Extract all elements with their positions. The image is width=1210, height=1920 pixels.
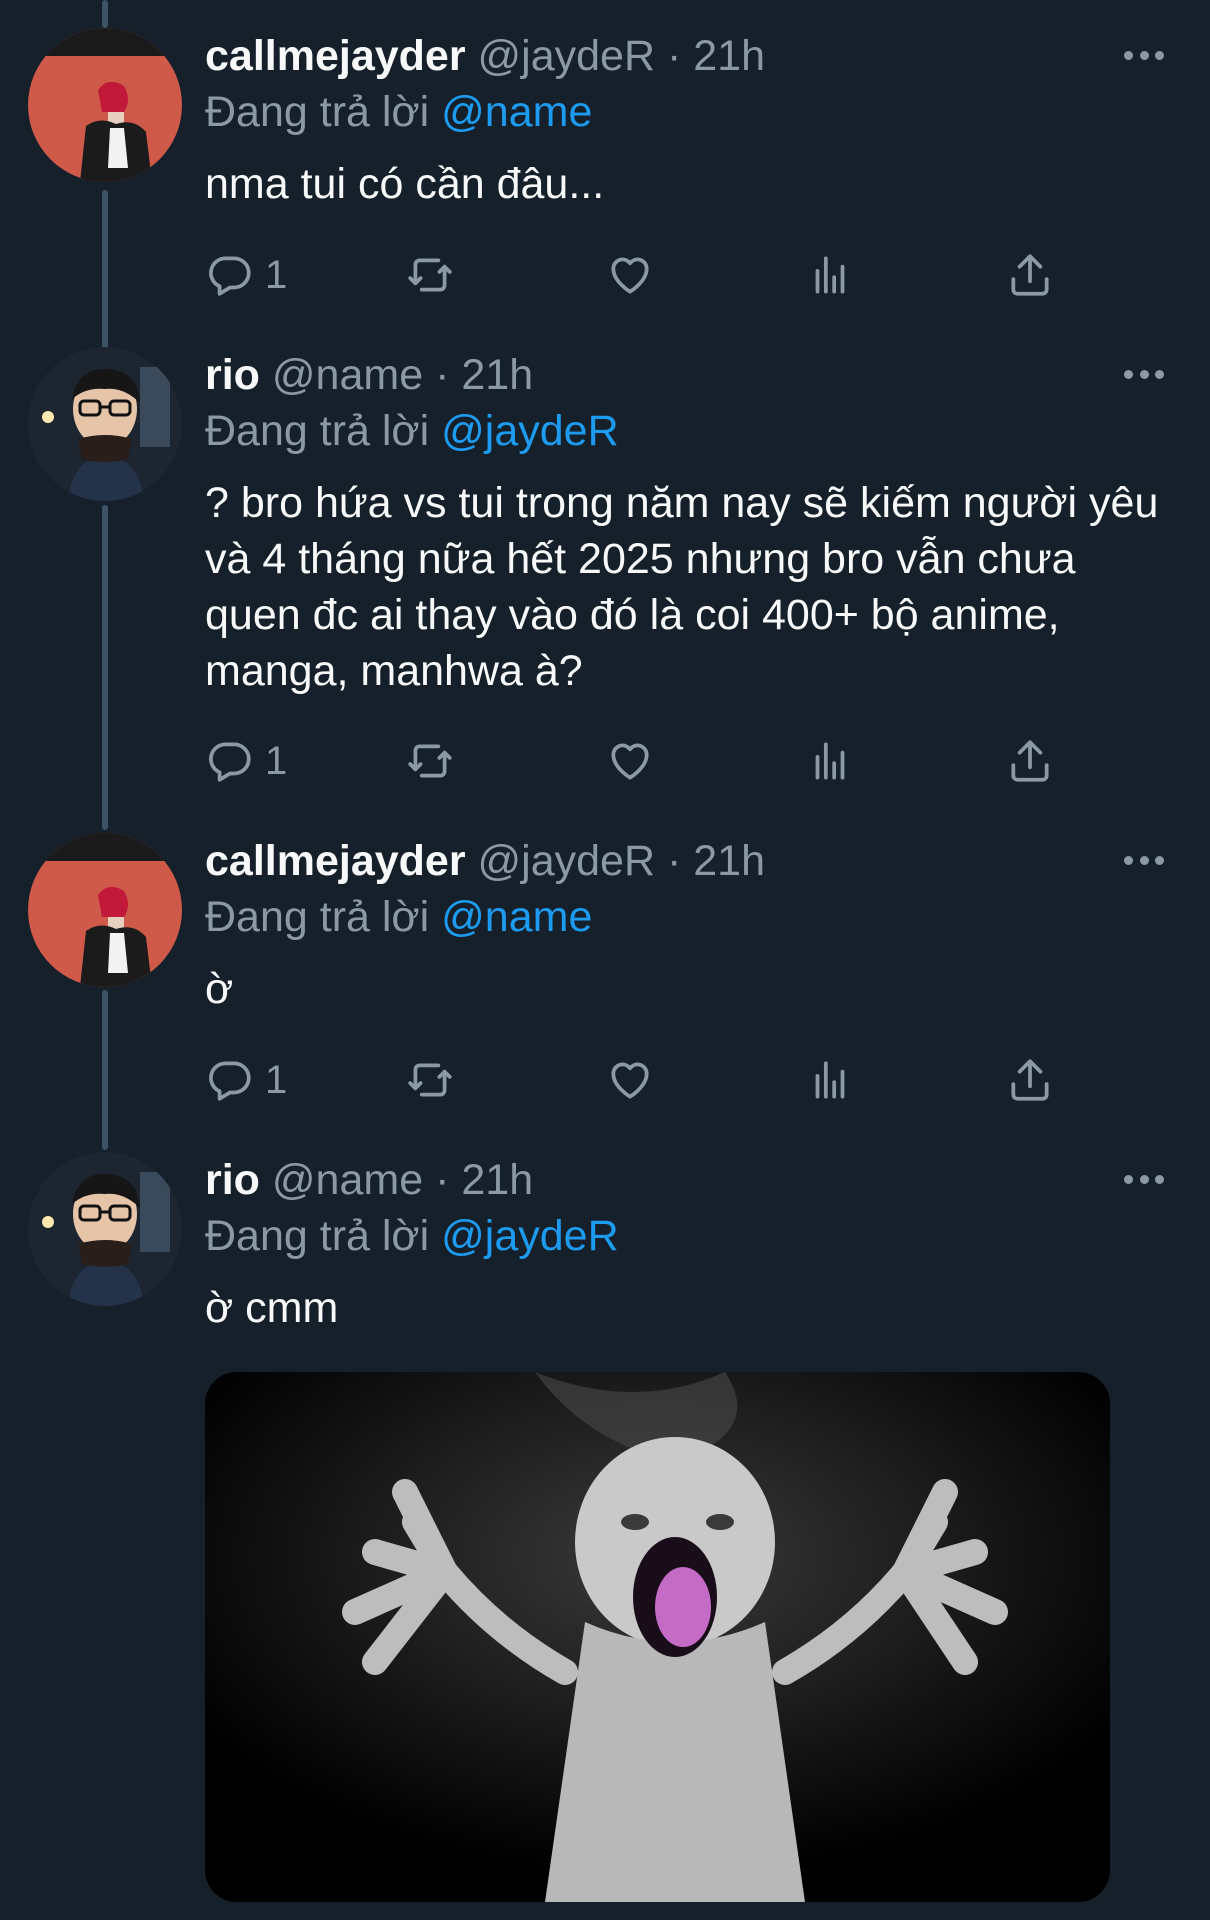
views-button[interactable]: [805, 1050, 855, 1110]
timestamp[interactable]: 21h: [693, 837, 765, 885]
avatar-callmejayder: [28, 28, 182, 182]
tweet-text: ờ: [205, 965, 234, 1013]
replying-to: Đang trả lời @name: [205, 889, 1170, 945]
replying-to: Đang trả lời @jaydeR: [205, 1208, 1170, 1264]
tweet-text: ? bro hứa vs tui trong năm nay sẽ kiếm n…: [205, 479, 1171, 695]
tweet-header: callmejayder @jaydeR · 21h: [205, 833, 1170, 889]
replying-to-label: Đang trả lời: [205, 1212, 430, 1260]
views-button[interactable]: [805, 245, 855, 305]
views-icon: [815, 256, 845, 294]
share-button[interactable]: [1005, 731, 1055, 791]
display-name[interactable]: rio: [205, 351, 260, 399]
tweet-header: rio @name · 21h: [205, 347, 1170, 403]
mention-link[interactable]: @jaydeR: [441, 1212, 619, 1260]
replying-to-label: Đang trả lời: [205, 88, 430, 136]
avatar-rio: [28, 347, 182, 501]
share-icon: [1011, 1059, 1049, 1101]
reply-button[interactable]: 1: [205, 1050, 287, 1110]
avatar[interactable]: [28, 833, 182, 987]
avatar[interactable]: [28, 1152, 182, 1306]
display-name[interactable]: callmejayder: [205, 32, 466, 80]
retweet-icon: [408, 258, 452, 292]
views-icon: [815, 742, 845, 780]
mention-link[interactable]: @name: [441, 893, 592, 941]
heart-icon: [611, 743, 649, 780]
separator: ·: [666, 32, 682, 80]
share-button[interactable]: [1005, 1050, 1055, 1110]
tweet-body: callmejayder @jaydeR · 21h Đang trả lời …: [205, 28, 1170, 212]
timestamp[interactable]: 21h: [461, 351, 533, 399]
separator: ·: [666, 837, 682, 885]
avatar[interactable]: [28, 347, 182, 501]
tweet-actions: 1: [205, 245, 1085, 305]
reply-button[interactable]: 1: [205, 731, 287, 791]
more-icon[interactable]: [1124, 367, 1164, 381]
conversation-thread: callmejayder @jaydeR · 21h Đang trả lời …: [0, 0, 1210, 1920]
share-button[interactable]: [1005, 245, 1055, 305]
more-icon[interactable]: [1124, 1172, 1164, 1186]
tweet-header: callmejayder @jaydeR · 21h: [205, 28, 1170, 84]
user-handle[interactable]: @jaydeR: [478, 837, 656, 885]
user-handle[interactable]: @jaydeR: [478, 32, 656, 80]
tweet-actions: 1: [205, 1050, 1085, 1110]
reply-count: 1: [265, 1057, 288, 1102]
thread-line: [102, 190, 108, 350]
retweet-button[interactable]: [405, 1050, 455, 1110]
thread-line: [102, 990, 108, 1150]
replying-to: Đang trả lời @name: [205, 84, 1170, 140]
avatar-rio: [28, 1152, 182, 1306]
display-name[interactable]: rio: [205, 1156, 260, 1204]
reply-icon: [209, 742, 251, 782]
retweet-icon: [408, 744, 452, 778]
user-handle[interactable]: @name: [272, 351, 423, 399]
heart-icon: [611, 1062, 649, 1099]
heart-icon: [611, 257, 649, 294]
tweet-text: nma tui có cần đâu...: [205, 160, 605, 208]
thread-line: [102, 505, 108, 830]
separator: ·: [435, 351, 450, 399]
replying-to-label: Đang trả lời: [205, 407, 430, 455]
views-icon: [815, 1061, 845, 1099]
timestamp[interactable]: 21h: [461, 1156, 533, 1204]
mention-link[interactable]: @name: [441, 88, 592, 136]
reply-count: 1: [265, 252, 288, 297]
retweet-icon: [408, 1063, 452, 1097]
tweet-media-image[interactable]: [205, 1372, 1110, 1902]
retweet-button[interactable]: [405, 731, 455, 791]
reply-icon: [209, 256, 251, 296]
thread-line: [102, 0, 108, 28]
separator: ·: [435, 1156, 450, 1204]
tweet-header: rio @name · 21h: [205, 1152, 1170, 1208]
more-icon[interactable]: [1124, 853, 1164, 867]
tweet-actions: 1: [205, 731, 1085, 791]
like-button[interactable]: [605, 245, 655, 305]
share-icon: [1011, 254, 1049, 296]
retweet-button[interactable]: [405, 245, 455, 305]
replying-to-label: Đang trả lời: [205, 893, 430, 941]
tweet-body: callmejayder @jaydeR · 21h Đang trả lời …: [205, 833, 1170, 1017]
reply-button[interactable]: 1: [205, 245, 287, 305]
views-button[interactable]: [805, 731, 855, 791]
screaming-baby-image: [205, 1372, 1110, 1902]
share-icon: [1011, 740, 1049, 782]
reply-count: 1: [265, 738, 288, 783]
tweet-text: ờ cmm: [205, 1284, 339, 1332]
like-button[interactable]: [605, 731, 655, 791]
avatar-callmejayder: [28, 833, 182, 987]
replying-to: Đang trả lời @jaydeR: [205, 403, 1170, 459]
display-name[interactable]: callmejayder: [205, 837, 466, 885]
more-icon[interactable]: [1124, 48, 1164, 62]
avatar[interactable]: [28, 28, 182, 182]
tweet-body: rio @name · 21h Đang trả lời @jaydeR ờ c…: [205, 1152, 1170, 1336]
timestamp[interactable]: 21h: [693, 32, 765, 80]
like-button[interactable]: [605, 1050, 655, 1110]
user-handle[interactable]: @name: [272, 1156, 423, 1204]
reply-icon: [209, 1061, 251, 1101]
mention-link[interactable]: @jaydeR: [441, 407, 619, 455]
tweet-body: rio @name · 21h Đang trả lời @jaydeR ? b…: [205, 347, 1170, 699]
